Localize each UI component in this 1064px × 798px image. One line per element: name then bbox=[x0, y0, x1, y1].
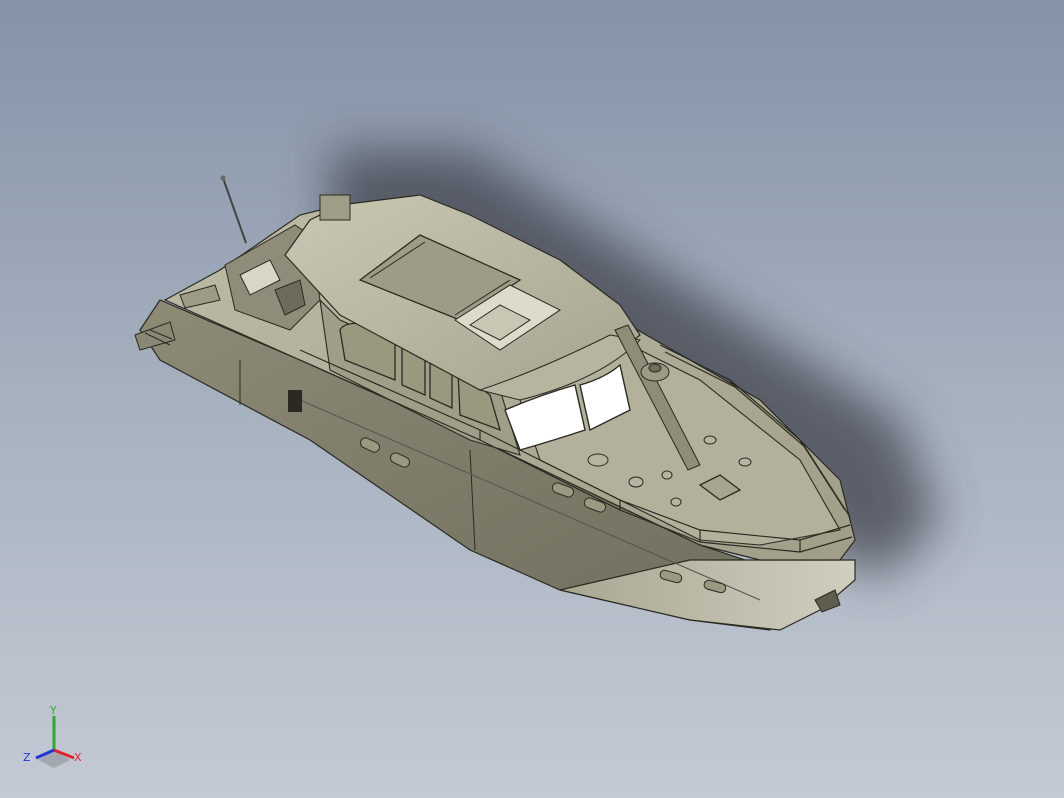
boat-model[interactable] bbox=[0, 0, 1064, 798]
triad-x-label: X bbox=[74, 751, 82, 764]
cad-3d-viewport[interactable]: Y X Z bbox=[0, 0, 1064, 798]
triad-z-label: Z bbox=[23, 751, 31, 764]
triad-y-label: Y bbox=[49, 704, 57, 717]
view-orientation-triad[interactable]: Y X Z bbox=[14, 700, 94, 780]
triad-base bbox=[38, 750, 70, 768]
antenna bbox=[222, 177, 247, 244]
